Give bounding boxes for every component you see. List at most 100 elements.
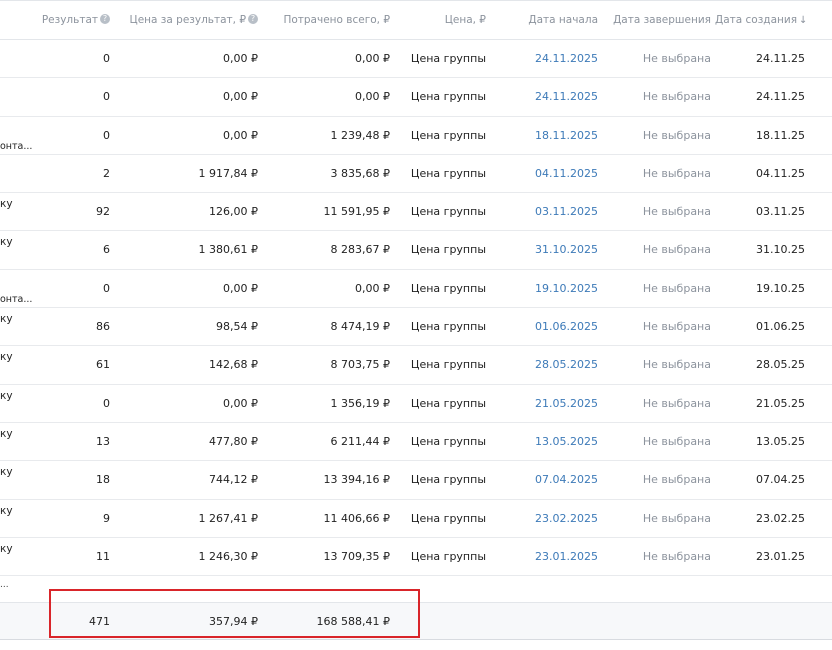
cell-start-date[interactable]: 28.05.2025 <box>500 346 598 384</box>
table-partial-row: ... <box>0 578 832 603</box>
cell-result: 0 <box>103 52 110 65</box>
column-header-created-date[interactable]: Дата создания ↓ <box>715 1 807 39</box>
cell-created-date: 13.05.25 <box>756 434 805 448</box>
row-name-fragment: ку <box>0 427 13 440</box>
cell-end-date: Не выбрана <box>642 52 711 65</box>
column-header-price[interactable]: Цена, ₽ <box>390 1 486 39</box>
cell-cost-per-result: 1 917,84 ₽ <box>198 166 258 180</box>
table-row[interactable]: онта... 0 0,00 ₽1 239,48 ₽ Цена группы 18.11… <box>0 117 832 155</box>
cell-result: 13 <box>96 434 110 448</box>
cell-result: 0 <box>103 396 110 410</box>
cell-end-date: Не выбрана <box>642 128 711 142</box>
row-name-fragment: ку <box>0 466 13 479</box>
cell-spent-total: 11 591,95 ₽ <box>323 205 390 219</box>
column-header-label: Результат <box>41 14 98 26</box>
cell-created-date: 24.11.25 <box>756 90 805 104</box>
cell-start-date[interactable]: 07.04.2025 <box>500 461 598 499</box>
column-header-label: Дата начала <box>528 14 598 26</box>
column-header-start-date[interactable]: Дата начала <box>500 1 598 39</box>
cell-start-date[interactable]: 31.10.2025 <box>500 231 598 269</box>
cell-price: Цена группы <box>410 473 486 487</box>
cell-start-date[interactable]: 23.02.2025 <box>500 500 598 538</box>
table-row[interactable]: ку 6 1 380,61 ₽ 8 283,67 ₽ Цена группы 31.10.… <box>0 231 832 270</box>
table-row[interactable]: онта... 0 0,00 ₽0,00 ₽ Цена группы 19.10.202… <box>0 270 832 309</box>
cell-price: Цена группы <box>410 281 486 295</box>
cell-start-date[interactable]: 23.01.2025 <box>500 538 598 576</box>
table-row[interactable]: 0 0,00 ₽ 0,00 ₽ Цена группы 24.11.2025 Не выб… <box>0 40 832 79</box>
row-name-fragment: ку <box>0 313 13 326</box>
column-header-end-date[interactable]: Дата завершения <box>605 1 711 39</box>
cell-end-date: Не выбрана <box>642 205 711 219</box>
cell-end-date: Не выбрана <box>642 396 711 410</box>
cell-start-date[interactable]: 13.05.2025 <box>500 423 598 461</box>
cell-start-date[interactable]: 19.10.2025 <box>500 270 598 308</box>
cell-spent-total: 3 835,68 ₽ <box>330 166 390 180</box>
cell-start-date[interactable]: 04.11.2025 <box>500 155 598 193</box>
cell-cost-per-result: 126,00 ₽ <box>209 205 258 219</box>
table-row[interactable]: ку 0 0,00 ₽ 1 356,19 ₽ Цена группы 21.05.2025… <box>0 385 832 423</box>
table-row[interactable]: ку 61 142,68 ₽ 8 703,75 ₽ Цена группы 28.05.2… <box>0 346 832 385</box>
column-header-spent-total[interactable]: Потрачено всего, ₽ <box>258 1 390 39</box>
cell-end-date: Не выбрана <box>642 511 711 525</box>
column-header-result[interactable]: Результат? <box>20 1 110 39</box>
cell-price: Цена группы <box>410 205 486 219</box>
cell-start-date[interactable]: 01.06.2025 <box>500 308 598 346</box>
table-row[interactable]: ку 13 477,80 ₽ 6 211,44 ₽ Цена группы 13.05.2… <box>0 423 832 462</box>
total-spent: 168 588,41 ₽ <box>316 615 390 628</box>
cell-price: Цена группы <box>410 549 486 563</box>
cell-spent-total: 0,00 ₽ <box>355 90 390 104</box>
help-icon[interactable]: ? <box>248 14 258 24</box>
row-name-fragment: ку <box>0 389 13 402</box>
cell-created-date: 18.11.25 <box>756 128 805 142</box>
table-row[interactable]: ку 18 744,12 ₽ 13 394,16 ₽ Цена группы 07.04.… <box>0 461 832 500</box>
total-cost-per-result: 357,94 ₽ <box>209 615 258 628</box>
cell-spent-total: 8 474,19 ₽ <box>330 320 390 334</box>
table-row[interactable]: ку 86 98,54 ₽ 8 474,19 ₽ Цена группы 01.06.20… <box>0 308 832 347</box>
column-header-cost-per-result[interactable]: Цена за результат, ₽? <box>110 1 258 39</box>
cell-spent-total: 11 406,66 ₽ <box>323 511 390 525</box>
sort-descending-icon[interactable]: ↓ <box>799 15 807 26</box>
cell-end-date: Не выбрана <box>642 358 711 372</box>
column-header-label: Цена за результат, ₽ <box>129 14 246 26</box>
table-row[interactable]: 2 1 917,84 ₽ 3 835,68 ₽ Цена группы 04.11.20… <box>0 155 832 194</box>
help-icon[interactable]: ? <box>100 14 110 24</box>
cell-result: 92 <box>96 205 110 219</box>
totals-row: 471 357,94 ₽ 168 588,41 ₽ <box>0 603 832 640</box>
cell-price: Цена группы <box>410 358 486 372</box>
cell-price: Цена группы <box>410 90 486 104</box>
cell-cost-per-result: 142,68 ₽ <box>209 358 258 372</box>
cell-start-date[interactable]: 24.11.2025 <box>500 78 598 116</box>
row-name-fragment: ку <box>0 542 13 555</box>
cell-end-date: Не выбрана <box>642 166 711 180</box>
cell-created-date: 03.11.25 <box>756 205 805 219</box>
table-header: Результат? Цена за результат, ₽? Потраче… <box>0 1 832 40</box>
cell-result: 9 <box>103 511 110 525</box>
table-row[interactable]: ку 92 126,00 ₽ 11 591,95 ₽ Цена группы 03.11.… <box>0 193 832 232</box>
cell-created-date: 24.11.25 <box>756 52 805 65</box>
cell-created-date: 21.05.25 <box>756 396 805 410</box>
cell-created-date: 31.10.25 <box>756 243 805 257</box>
cell-cost-per-result: 1 380,61 ₽ <box>198 243 258 257</box>
cell-start-date[interactable]: 03.11.2025 <box>500 193 598 231</box>
cell-result: 0 <box>103 128 110 142</box>
table-row[interactable]: ку 9 1 267,41 ₽ 11 406,66 ₽ Цена группы 23.02… <box>0 500 832 538</box>
cell-result: 11 <box>96 549 110 563</box>
cell-price: Цена группы <box>410 320 486 334</box>
cell-spent-total: 1 356,19 ₽ <box>330 396 390 410</box>
table-row[interactable]: ку 11 1 246,30 ₽ 13 709,35 ₽ Цена группы 23.0… <box>0 538 832 577</box>
cell-result: 0 <box>103 90 110 104</box>
row-name-fragment: ку <box>0 236 13 249</box>
cell-created-date: 23.02.25 <box>756 511 805 525</box>
cell-cost-per-result: 0,00 ₽ <box>223 281 258 295</box>
cell-start-date[interactable]: 24.11.2025 <box>500 40 598 78</box>
cell-start-date[interactable]: 18.11.2025 <box>500 117 598 155</box>
cell-price: Цена группы <box>410 52 486 65</box>
cell-start-date[interactable]: 21.05.2025 <box>500 385 598 423</box>
cell-spent-total: 13 709,35 ₽ <box>323 549 390 563</box>
cell-price: Цена группы <box>410 128 486 142</box>
table-row[interactable]: 0 0,00 ₽ 0,00 ₽ Цена группы 24.11.2025 Не выб… <box>0 78 832 117</box>
cell-created-date: 07.04.25 <box>756 473 805 487</box>
cell-created-date: 19.10.25 <box>756 281 805 295</box>
cell-cost-per-result: 0,00 ₽ <box>223 396 258 410</box>
cell-end-date: Не выбрана <box>642 281 711 295</box>
